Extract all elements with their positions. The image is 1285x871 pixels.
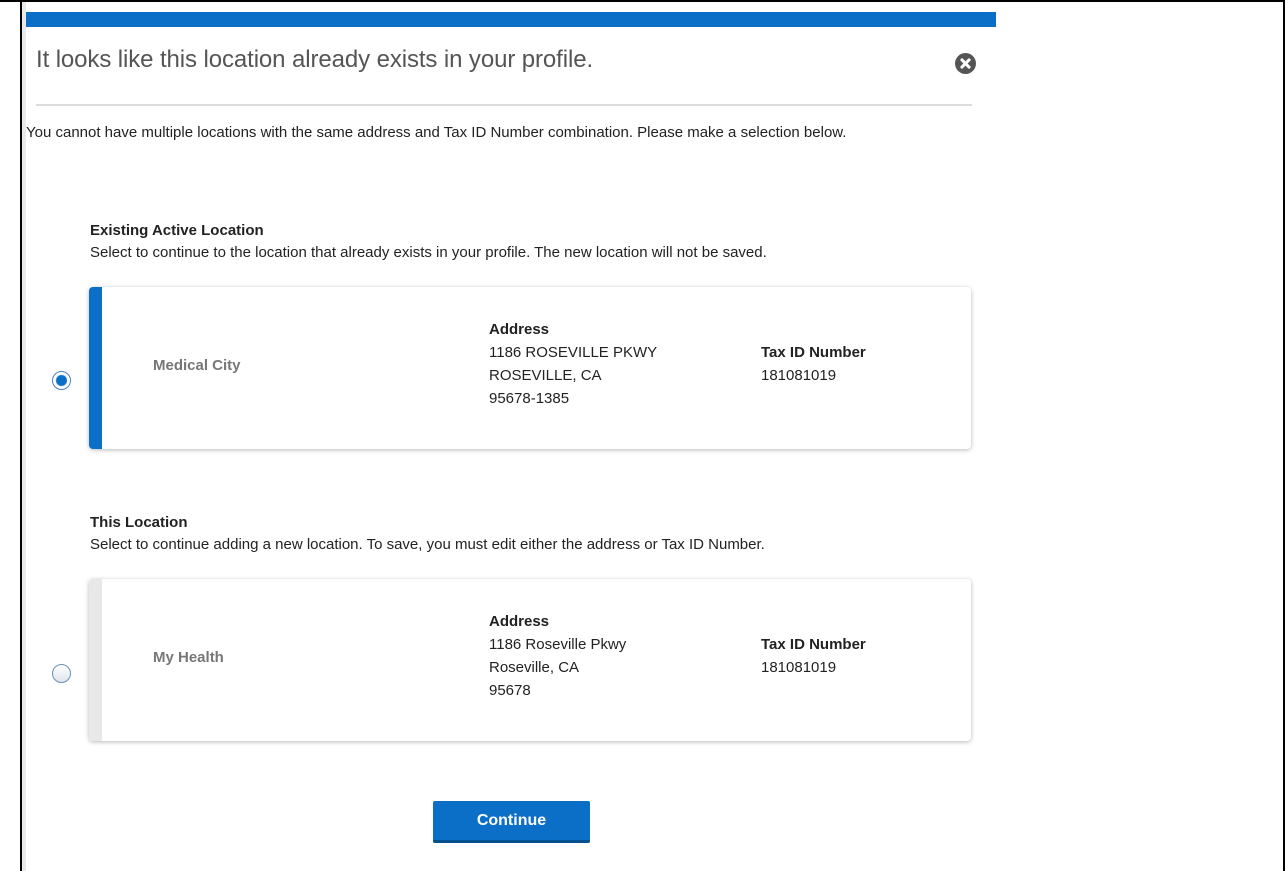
modal-title: It looks like this location already exis… (36, 46, 594, 73)
this-location-section-header: This Location Select to continue adding … (90, 512, 765, 556)
existing-location-radio[interactable] (52, 371, 71, 390)
existing-location-description: Select to continue to the location that … (90, 244, 767, 261)
title-divider (36, 104, 972, 106)
location-name: My Health (153, 649, 224, 666)
this-location-card[interactable]: My Health Address 1186 Roseville Pkwy Ro… (89, 579, 971, 741)
address-label: Address (489, 321, 550, 338)
tax-id-block: Tax ID Number 181081019 (761, 633, 866, 679)
tax-id-value: 181081019 (761, 659, 837, 676)
continue-button[interactable]: Continue (433, 801, 590, 843)
address-line-2: ROSEVILLE, CA (489, 367, 602, 384)
tax-id-value: 181081019 (761, 367, 837, 384)
address-line-3: 95678 (489, 682, 531, 699)
card-selection-bar (89, 579, 102, 741)
address-label: Address (489, 613, 550, 630)
address-line-1: 1186 ROSEVILLE PKWY (489, 344, 658, 361)
address-block: Address 1186 Roseville Pkwy Roseville, C… (489, 610, 626, 702)
tax-id-label: Tax ID Number (761, 636, 866, 653)
this-location-heading: This Location (90, 514, 188, 531)
this-location-radio[interactable] (52, 664, 71, 683)
card-selection-bar (89, 287, 102, 449)
modal-top-bar (26, 12, 996, 27)
close-icon[interactable] (955, 53, 976, 74)
this-location-description: Select to continue adding a new location… (90, 536, 765, 553)
location-name: Medical City (153, 357, 241, 374)
tax-id-block: Tax ID Number 181081019 (761, 341, 866, 387)
existing-location-section-header: Existing Active Location Select to conti… (90, 220, 767, 264)
address-line-2: Roseville, CA (489, 659, 580, 676)
existing-location-heading: Existing Active Location (90, 222, 264, 239)
intro-text: You cannot have multiple locations with … (26, 124, 847, 141)
tax-id-label: Tax ID Number (761, 344, 866, 361)
address-line-1: 1186 Roseville Pkwy (489, 636, 627, 653)
existing-location-card[interactable]: Medical City Address 1186 ROSEVILLE PKWY… (89, 287, 971, 449)
address-line-3: 95678-1385 (489, 390, 570, 407)
duplicate-location-modal: It looks like this location already exis… (26, 2, 996, 871)
address-block: Address 1186 ROSEVILLE PKWY ROSEVILLE, C… (489, 318, 657, 410)
